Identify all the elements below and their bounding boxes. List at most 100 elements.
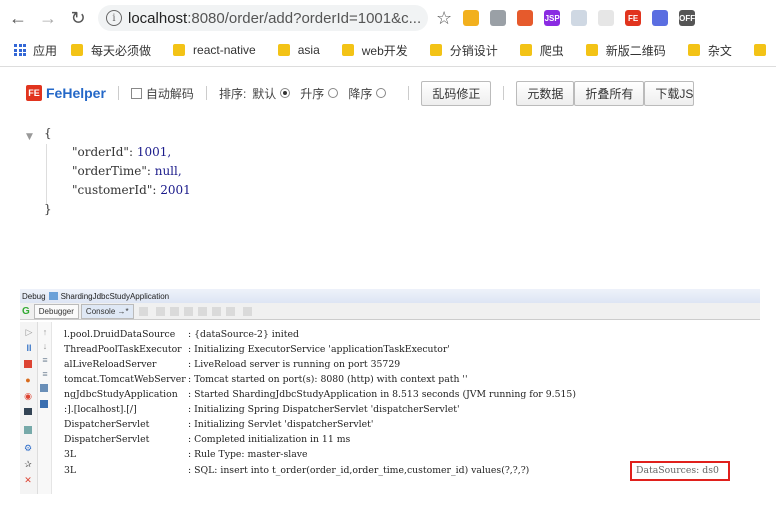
download-json-button[interactable]: 下载JSC (644, 80, 695, 106)
sort-default-label: 默认 (252, 86, 277, 101)
tab-console[interactable]: Console →* (80, 303, 134, 319)
print-icon[interactable] (40, 384, 48, 392)
toolbar-step-icon[interactable] (155, 306, 165, 316)
bookmark-label: web开发 (361, 43, 408, 58)
sort-desc-radio[interactable] (376, 88, 387, 98)
json-value: null, (154, 164, 182, 178)
soft-wrap-icon[interactable]: ≡ (40, 356, 50, 365)
bookmark-folder[interactable]: asia (277, 43, 320, 57)
log-source: ngJdbcStudyApplication (64, 389, 178, 400)
close-icon[interactable]: ✕ (23, 476, 33, 485)
pause-icon[interactable]: II (24, 344, 34, 353)
extension-icon[interactable] (517, 10, 534, 26)
json-viewer: ▼ { "orderId": 1001, "orderTime": null, … (26, 124, 326, 216)
toolbar-step-icon[interactable] (169, 306, 179, 316)
url-path: :8080/order/add?orderId=1001&c... (187, 9, 422, 27)
bookmark-star-icon[interactable]: ☆ (436, 8, 452, 29)
scroll-end-icon[interactable]: ≡ (40, 370, 50, 379)
bookmark-folder[interactable]: 爬虫 (519, 42, 564, 59)
toolbar-step-icon[interactable] (211, 306, 221, 316)
scroll-down-icon[interactable]: ↓ (40, 342, 50, 351)
resume-icon[interactable]: ▷ (24, 328, 34, 337)
fehelper-logo-icon: FE (26, 85, 42, 101)
breakpoints-icon[interactable]: ● (23, 376, 33, 385)
extension-icon[interactable] (598, 10, 615, 26)
separator (205, 86, 207, 100)
fehelper-toolbar: FE FeHelper 自动解码 排序: 默认 升序 降序 乱码修正 元数据 折… (26, 80, 776, 106)
log-source: DispatcherServlet (64, 419, 150, 430)
bookmark-folder[interactable] (753, 44, 774, 56)
camera-icon[interactable] (24, 408, 32, 415)
extension-icon[interactable] (652, 10, 669, 26)
json-row: "orderTime": null, (72, 162, 182, 181)
bookmark-folder[interactable]: 杂文 (687, 42, 732, 59)
bookmark-folder[interactable]: web开发 (341, 42, 408, 59)
log-message: : Initializing Servlet 'dispatcherServle… (188, 419, 374, 430)
clear-icon[interactable] (40, 400, 48, 408)
bookmark-folder[interactable]: react-native (173, 43, 256, 57)
auto-decode-checkbox[interactable] (130, 87, 142, 99)
debug-tabs: G Debugger Console →* (20, 303, 760, 320)
bookmark-folder[interactable]: 新版二维码 (585, 42, 666, 59)
folder-icon (173, 44, 186, 56)
fold-all-button[interactable]: 折叠所有 (574, 80, 645, 106)
fix-encoding-button[interactable]: 乱码修正 (421, 80, 492, 106)
url-host: localhost (128, 9, 188, 27)
toolbar-grid-icon[interactable] (242, 306, 252, 316)
address-bar[interactable]: i localhost:8080/order/add?orderId=1001&… (98, 5, 428, 31)
sort-asc-radio[interactable] (328, 88, 339, 98)
settings-icon[interactable]: ⚙ (23, 444, 33, 453)
sort-desc-label: 降序 (348, 86, 373, 101)
info-icon[interactable]: i (106, 10, 122, 26)
folder-icon (277, 44, 290, 56)
extension-icon[interactable] (571, 10, 588, 26)
json-close-brace: } (44, 202, 52, 216)
sort-label: 排序: (218, 86, 247, 101)
json-value: 2001 (160, 183, 191, 197)
mute-breakpoints-icon[interactable]: ◉ (23, 392, 33, 401)
toolbar-step-icon[interactable] (225, 306, 235, 316)
folder-icon (429, 44, 442, 56)
collapse-triangle-icon[interactable]: ▼ (26, 128, 33, 147)
log-source: alLiveReloadServer (64, 359, 157, 370)
folder-icon (341, 44, 354, 56)
json-key: "orderTime": (72, 164, 151, 178)
toolbar-step-icon[interactable] (183, 306, 193, 316)
folder-icon (585, 44, 598, 56)
toolbar-divider (0, 66, 776, 67)
scroll-up-icon[interactable]: ↑ (40, 328, 50, 337)
bookmark-folder[interactable]: 分销设计 (429, 42, 498, 59)
extension-icon[interactable] (463, 10, 480, 26)
arrow-right-icon: → (39, 7, 57, 28)
apps-grid-icon (14, 44, 26, 56)
rerun-icon[interactable]: G (22, 306, 30, 317)
separator (117, 86, 119, 100)
extension-icon[interactable]: FE (625, 10, 642, 26)
toolbar-step-icon[interactable] (138, 306, 148, 316)
forward-button[interactable]: → (36, 6, 60, 30)
folder-icon (753, 44, 766, 56)
tab-debugger[interactable]: Debugger (33, 303, 79, 319)
folder-icon (687, 44, 700, 56)
extension-icon[interactable] (490, 10, 507, 26)
layout-icon[interactable] (24, 426, 32, 434)
extension-icon[interactable]: OFF (679, 10, 696, 26)
back-button[interactable]: ← (6, 6, 30, 30)
run-config-name: ShardingJdbcStudyApplication (60, 291, 170, 301)
bookmark-label: asia (297, 43, 320, 57)
sort-asc-label: 升序 (300, 86, 325, 101)
sort-default-radio[interactable] (280, 88, 291, 98)
extension-icon[interactable]: JSP (544, 10, 561, 26)
toolbar-step-icon[interactable] (197, 306, 207, 316)
bookmark-apps[interactable]: 应用 (14, 42, 57, 59)
bookmark-label: 应用 (33, 43, 58, 58)
pin-icon[interactable]: ✰ (23, 460, 33, 469)
raw-data-button[interactable]: 元数据 (516, 80, 575, 106)
extension-icons: JSP FE OFF (452, 10, 696, 26)
separator (408, 86, 410, 100)
log-message: : Started ShardingJdbcStudyApplication i… (188, 389, 576, 400)
bookmark-folder[interactable]: 每天必须做 (71, 42, 151, 59)
reload-button[interactable]: ↻ (66, 6, 90, 30)
stop-icon[interactable] (24, 360, 32, 368)
debug-side-toolbar: ▷ II ● ◉ ⚙ ✰ ✕ (20, 322, 38, 494)
